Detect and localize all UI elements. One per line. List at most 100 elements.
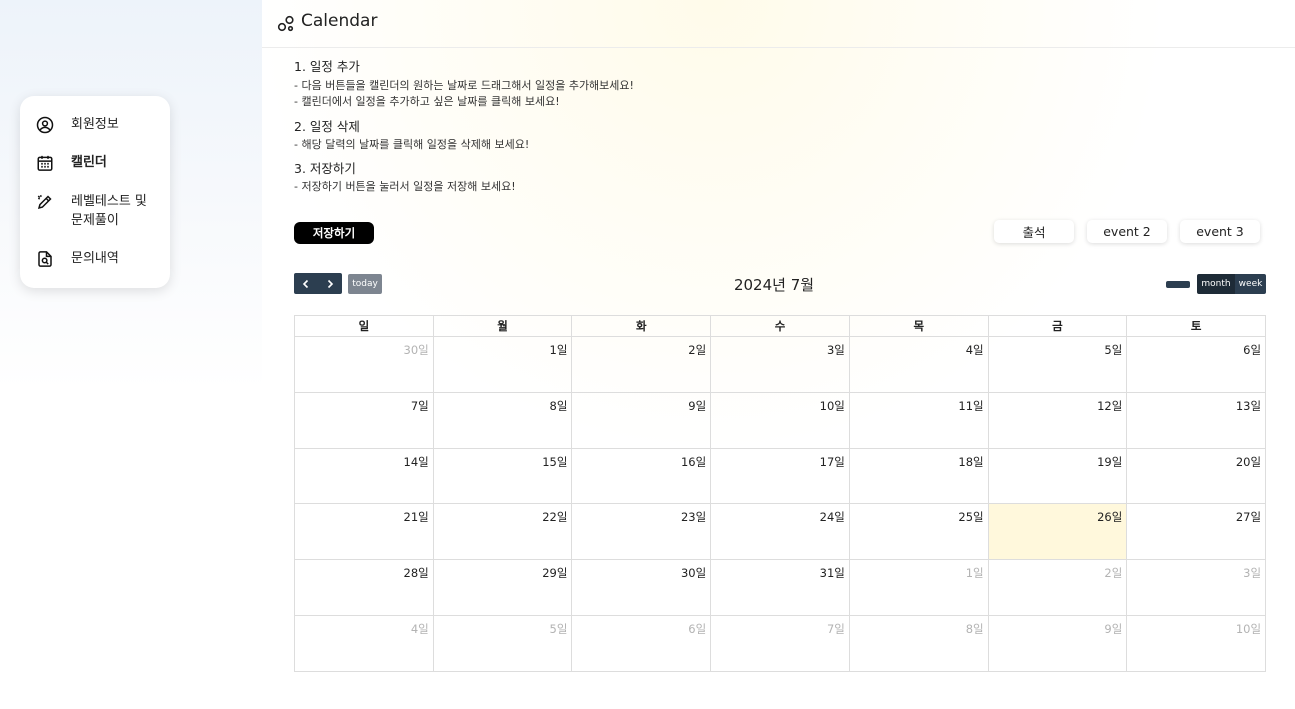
day-number: 10일 [819, 398, 845, 413]
weekday-header: 토 [1190, 319, 1202, 333]
day-number: 23일 [680, 510, 707, 525]
weekday-header: 목 [850, 316, 989, 336]
day-number: 6일 [1243, 343, 1262, 357]
calendar-day[interactable]: 14일 [295, 448, 434, 504]
calendar-day[interactable]: 5일 [434, 615, 573, 672]
instruction-delete: 2. 일정 삭제 - 해당 달력의 날짜를 클릭해 일정을 삭제해 보세요! [294, 119, 994, 153]
calendar-day[interactable]: 9일 [989, 615, 1128, 672]
day-number: 8일 [549, 398, 568, 413]
sidebar-item-label: 레벨테스트 및 문제풀이 [71, 194, 147, 228]
day-number: 5일 [1104, 343, 1123, 357]
calendar-day[interactable]: 12일 [989, 392, 1128, 448]
sidebar-item-member-info[interactable]: 회원정보 [36, 115, 119, 134]
weekday-header-row: 일월화수목금 토 [295, 316, 1265, 337]
calendar-day[interactable]: 9일 [572, 392, 712, 448]
chevron-right-icon [327, 279, 334, 288]
weekday-header: 수 [711, 316, 850, 336]
day-number: 13일 [1235, 398, 1262, 413]
sidebar-item-label: 캘린더 [71, 155, 107, 170]
calendar-day[interactable]: 20일 [1127, 449, 1265, 504]
calendar-day[interactable]: 22일 [434, 504, 573, 560]
day-number: 29일 [542, 566, 568, 581]
calendar-week-row: 30일 1일 2일 3일 4일 5일 6일 [295, 337, 1265, 393]
calendar-day[interactable]: 31일 [711, 560, 850, 615]
day-number: 9일 [1104, 621, 1123, 636]
calendar-day[interactable]: 6일 [572, 615, 712, 672]
calendar-day[interactable]: 30일 [295, 337, 434, 392]
calendar-icon [36, 154, 54, 172]
weekday-header: 월 [434, 316, 573, 336]
instruction-text: - 다음 버튼들을 캘린더의 원하는 날짜로 드래그해서 일정을 추가해보세요! [294, 79, 634, 92]
calendar-day[interactable]: 17일 [711, 448, 850, 504]
calendar-day[interactable]: 23일 [572, 504, 712, 560]
calendar-day[interactable]: 10일 [1127, 616, 1265, 672]
calendar-day[interactable]: 7일 [295, 392, 434, 448]
instruction-text: - 해당 달력의 날짜를 클릭해 일정을 삭제해 보세요! [294, 138, 530, 151]
day-number: 25일 [958, 510, 984, 525]
calendar-day[interactable]: 10일 [711, 392, 850, 448]
day-number: 18일 [958, 454, 984, 469]
calendar-day[interactable]: 5일 [989, 337, 1128, 392]
calendar-day[interactable]: 15일 [434, 448, 573, 504]
instruction-save: 3. 저장하기 - 저장하기 버튼을 눌러서 일정을 저장해 보세요! [294, 161, 994, 195]
instruction-heading: 3. 저장하기 [294, 161, 356, 176]
calendar-day[interactable]: 2일 [989, 560, 1128, 615]
calendar-day[interactable]: 3일 [1127, 560, 1265, 615]
calendar-day[interactable]: 16일 [572, 448, 712, 504]
calendar-day[interactable]: 29일 [434, 560, 573, 615]
calendar-day[interactable]: 6일 [1127, 337, 1265, 392]
sidebar-item-level-test[interactable]: 레벨테스트 및 문제풀이 [36, 192, 156, 230]
day-number: 1일 [965, 566, 984, 581]
today-button[interactable]: today [348, 274, 382, 294]
day-number: 20일 [1235, 454, 1262, 469]
calendar-day[interactable]: 8일 [434, 392, 573, 448]
calendar-week-row: 4일 5일 6일 7일 8일 9일 10일 [295, 615, 1265, 672]
pen-icon [36, 193, 54, 211]
page-header: Calendar [262, 0, 1295, 48]
calendar-day[interactable]: 3일 [711, 337, 850, 392]
calendar-day[interactable]: 13일 [1127, 393, 1265, 448]
calendar-day[interactable]: 11일 [850, 392, 989, 448]
day-number: 30일 [403, 343, 429, 357]
day-number: 28일 [403, 566, 429, 581]
calendar-day[interactable]: 27일 [1127, 504, 1265, 559]
day-number: 21일 [403, 510, 429, 525]
day-number: 2일 [688, 343, 707, 357]
calendar-day[interactable]: 21일 [295, 504, 434, 560]
calendar-day[interactable]: 28일 [295, 560, 434, 615]
save-button[interactable]: 저장하기 [294, 222, 374, 244]
calendar-day[interactable]: 18일 [850, 448, 989, 504]
weekday-header: 화 [572, 316, 712, 336]
calendar-day[interactable]: 4일 [295, 615, 434, 672]
calendar-day[interactable]: 30일 [572, 560, 712, 615]
prev-month-button[interactable] [294, 273, 318, 294]
calendar-day[interactable]: 24일 [711, 504, 850, 560]
week-view-button[interactable]: week [1235, 274, 1266, 294]
day-number: 12일 [1097, 398, 1123, 413]
sidebar-item-inquiry[interactable]: 문의내역 [36, 249, 119, 268]
day-number: 2일 [1104, 566, 1123, 581]
month-view-button[interactable]: month [1197, 274, 1235, 294]
day-number: 14일 [403, 454, 429, 469]
calendar-day[interactable]: 25일 [850, 504, 989, 560]
next-month-button[interactable] [318, 273, 342, 294]
calendar-logo-icon [277, 15, 295, 33]
day-number: 11일 [958, 398, 984, 413]
calendar-day[interactable]: 4일 [850, 337, 989, 392]
calendar-day-today[interactable]: 26일 [988, 504, 1128, 560]
calendar-day[interactable]: 2일 [572, 337, 712, 392]
event-attendance-button[interactable]: 출석 [994, 220, 1074, 243]
calendar-day[interactable]: 19일 [989, 448, 1128, 504]
day-number: 31일 [819, 566, 845, 581]
calendar-day[interactable]: 1일 [434, 337, 573, 392]
sidebar-item-calendar[interactable]: 캘린더 [36, 153, 107, 172]
day-number: 19일 [1097, 454, 1123, 469]
calendar-day[interactable]: 8일 [850, 615, 989, 672]
calendar-day[interactable]: 7일 [711, 615, 850, 672]
user-circle-icon [36, 116, 54, 134]
event-2-button[interactable]: event 2 [1087, 220, 1167, 243]
calendar-day[interactable]: 1일 [850, 560, 989, 615]
day-number: 4일 [410, 621, 429, 636]
event-3-button[interactable]: event 3 [1180, 220, 1260, 243]
view-toggle-blank[interactable] [1166, 281, 1190, 288]
